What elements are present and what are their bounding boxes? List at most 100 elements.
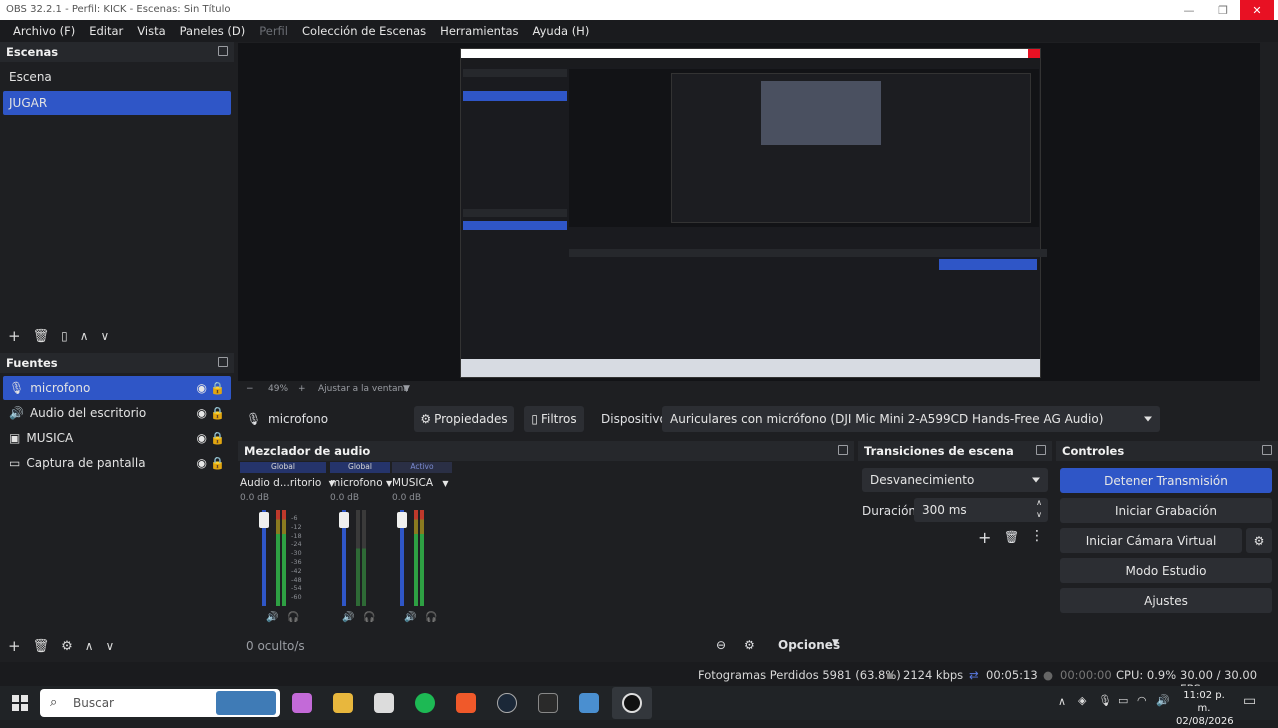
minimize-button[interactable]: — — [1172, 0, 1206, 20]
battery-icon[interactable]: ▭ — [1118, 694, 1128, 707]
move-down-icon[interactable]: ∨ — [101, 329, 110, 343]
trash-icon[interactable]: 🗑 — [33, 329, 50, 344]
mixer-layout-icon[interactable]: ⊖ — [716, 638, 726, 652]
trash-icon[interactable]: 🗑 — [33, 639, 50, 654]
menu-archivo[interactable]: Archivo (F) — [6, 24, 82, 38]
chevron-up-icon[interactable]: ∧ — [1058, 695, 1066, 708]
windows-start-icon[interactable] — [12, 695, 28, 711]
headphones-icon[interactable]: 🎧 — [287, 612, 299, 623]
transition-type-select[interactable]: Desvanecimiento — [862, 468, 1048, 492]
dock-undock-icon[interactable] — [218, 46, 228, 56]
speaker-icon[interactable]: 🔊 — [342, 612, 354, 623]
source-item-microfono[interactable]: 🎙 microfono ◉ 🔒 — [3, 376, 231, 400]
obs-taskbar-active[interactable] — [612, 687, 652, 719]
chevron-down-icon[interactable]: ▼ — [832, 638, 839, 648]
zoom-out-button[interactable]: − — [246, 384, 254, 394]
channel-name[interactable]: Audio d...ritorio ▼ — [240, 477, 335, 491]
fader-handle[interactable] — [259, 512, 269, 528]
gear-icon[interactable]: ⚙ — [61, 639, 73, 654]
dock-undock-icon[interactable] — [218, 357, 228, 367]
studio-mode-button[interactable]: Modo Estudio — [1060, 558, 1272, 583]
notification-icon[interactable]: ▭ — [1243, 693, 1256, 709]
add-icon[interactable]: + — [978, 528, 991, 547]
speaker-icon: 🔊 — [9, 406, 24, 420]
scenes-list: Escena JUGAR — [0, 62, 234, 322]
trash-icon[interactable]: 🗑 — [1004, 530, 1019, 544]
options-button[interactable]: Opciones — [778, 638, 840, 652]
menu-vista[interactable]: Vista — [130, 24, 172, 38]
source-item-captura[interactable]: ▭ Captura de pantalla ◉ 🔒 — [3, 451, 231, 475]
speaker-icon[interactable]: 🔊 — [266, 612, 278, 623]
eye-icon[interactable]: ◉ — [197, 431, 207, 445]
properties-button[interactable]: ⚙ Propiedades — [414, 406, 514, 432]
stop-streaming-button[interactable]: Detener Transmisión — [1060, 468, 1272, 493]
fit-window-dropdown[interactable]: Ajustar a la ventana — [318, 384, 409, 394]
menu-editar[interactable]: Editar — [82, 24, 130, 38]
add-icon[interactable]: + — [8, 637, 21, 655]
brave-icon[interactable] — [456, 693, 476, 713]
spotify-icon[interactable] — [415, 693, 435, 713]
menu-coleccion[interactable]: Colección de Escenas — [295, 24, 433, 38]
lock-icon[interactable]: 🔒 — [210, 381, 225, 395]
dock-undock-icon[interactable] — [1036, 445, 1046, 455]
add-icon[interactable]: + — [8, 327, 21, 345]
filters-button[interactable]: ▯ Filtros — [524, 406, 584, 432]
speaker-icon[interactable]: 🔊 — [404, 612, 416, 623]
steam-icon[interactable] — [497, 693, 517, 713]
channel-name[interactable]: microfono ▼ — [330, 477, 392, 491]
settings-button[interactable]: Ajustes — [1060, 588, 1272, 613]
volume-icon[interactable]: 🔊 — [1156, 694, 1170, 707]
wifi-icon[interactable]: ◠ — [1137, 694, 1147, 707]
zoom-in-button[interactable]: + — [298, 384, 306, 394]
fader-handle[interactable] — [397, 512, 407, 528]
file-explorer-icon[interactable] — [333, 693, 353, 713]
tray-app-icon[interactable]: ◈ — [1078, 694, 1086, 707]
source-item-audio-escritorio[interactable]: 🔊 Audio del escritorio ◉ 🔒 — [3, 401, 231, 425]
chevron-down-icon[interactable]: ∨ — [1036, 510, 1042, 519]
eye-icon[interactable]: ◉ — [197, 381, 207, 395]
lock-icon[interactable]: 🔒 — [210, 456, 225, 470]
source-item-musica[interactable]: ▣ MUSICA ◉ 🔒 — [3, 426, 231, 450]
game-app-icon[interactable] — [579, 693, 599, 713]
start-virtual-camera-button[interactable]: Iniciar Cámara Virtual — [1060, 528, 1242, 553]
channel-name[interactable]: MUSICA ▼ — [392, 477, 452, 491]
eye-icon[interactable]: ◉ — [197, 406, 207, 420]
chevron-up-icon[interactable]: ∧ — [1036, 498, 1042, 507]
epic-games-icon[interactable] — [538, 693, 558, 713]
scene-item-jugar[interactable]: JUGAR — [3, 91, 231, 115]
mixer-settings-icon[interactable]: ⚙ — [744, 638, 755, 652]
headphones-icon[interactable]: 🎧 — [363, 612, 375, 623]
virtual-camera-settings-button[interactable]: ⚙ — [1246, 528, 1272, 553]
menu-bar: Archivo (F) Editar Vista Paneles (D) Per… — [0, 20, 1278, 42]
fader-handle[interactable] — [339, 512, 349, 528]
lock-icon[interactable]: 🔒 — [210, 431, 225, 445]
close-button[interactable]: ✕ — [1240, 0, 1274, 20]
chevron-down-icon[interactable]: ▼ — [403, 384, 410, 394]
store-icon[interactable] — [374, 693, 394, 713]
headphones-icon[interactable]: 🎧 — [425, 612, 437, 623]
move-up-icon[interactable]: ∧ — [85, 639, 94, 653]
start-recording-button[interactable]: Iniciar Grabación — [1060, 498, 1272, 523]
device-select[interactable]: Auriculares con micrófono (DJI Mic Mini … — [662, 406, 1160, 432]
move-down-icon[interactable]: ∨ — [106, 639, 115, 653]
clock[interactable]: 11:02 p. m. 02/08/2026 — [1176, 689, 1234, 728]
scene-item-escena[interactable]: Escena — [3, 65, 231, 89]
filter-icon[interactable]: ▯ — [61, 329, 68, 343]
filter-icon: ▯ — [531, 412, 538, 426]
move-up-icon[interactable]: ∧ — [80, 329, 89, 343]
menu-ayuda[interactable]: Ayuda (H) — [526, 24, 597, 38]
taskbar-search[interactable]: ⌕ Buscar — [40, 689, 280, 717]
menu-perfil[interactable]: Perfil — [252, 24, 295, 38]
maximize-button[interactable]: ❐ — [1206, 0, 1240, 20]
menu-paneles[interactable]: Paneles (D) — [173, 24, 253, 38]
eye-icon[interactable]: ◉ — [197, 456, 207, 470]
duration-spinbox[interactable]: 300 ms ∧ ∨ — [914, 498, 1048, 522]
lock-icon[interactable]: 🔒 — [210, 406, 225, 420]
more-icon[interactable]: ⋮ — [1030, 528, 1044, 544]
dock-undock-icon[interactable] — [1262, 445, 1272, 455]
dock-undock-icon[interactable] — [838, 445, 848, 455]
microphone-icon[interactable]: 🎙 — [1098, 694, 1112, 707]
fader-group-musica — [396, 510, 448, 608]
menu-herramientas[interactable]: Herramientas — [433, 24, 525, 38]
copilot-icon[interactable] — [292, 693, 312, 713]
